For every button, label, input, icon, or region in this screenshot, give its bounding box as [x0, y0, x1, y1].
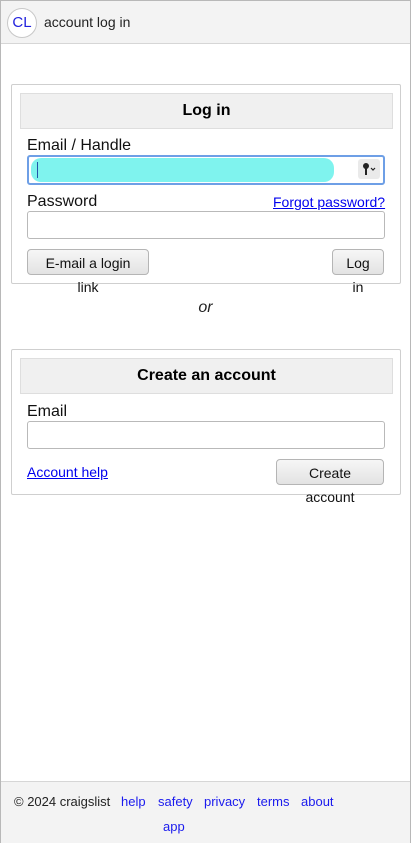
password-field[interactable] [27, 211, 385, 239]
login-button[interactable]: Log in [332, 249, 384, 295]
forgot-password-link[interactable]: Forgot password? [273, 194, 385, 210]
email-login-link-button[interactable]: E-mail a login link [27, 249, 149, 295]
login-panel: Log in Email / Handle Password Forgot pa… [11, 84, 401, 295]
password-label: Password [27, 193, 98, 210]
footer-link-about[interactable]: about [301, 794, 334, 809]
create-account-panel: Create an account Email Account help Cre… [11, 349, 401, 505]
top-bar: CL account log in [1, 1, 410, 44]
create-account-heading: Create an account [20, 358, 393, 394]
footer-link-safety[interactable]: safety [158, 794, 193, 809]
create-email-label: Email [27, 403, 68, 420]
account-help-link[interactable]: Account help [27, 464, 108, 480]
page-frame: CL account log in Log in Email / Handle … [0, 0, 411, 843]
copyright-text: © 2024 craigslist [14, 794, 111, 809]
login-heading: Log in [20, 93, 393, 129]
focus-highlight [31, 158, 334, 182]
footer: © 2024 craigslist help safety privacy te… [1, 781, 410, 843]
password-manager-key-icon[interactable] [358, 159, 380, 179]
footer-link-terms[interactable]: terms [257, 794, 290, 809]
footer-link-privacy[interactable]: privacy [204, 794, 245, 809]
page-title: account log in [44, 14, 131, 30]
text-cursor [37, 162, 38, 178]
email-handle-label: Email / Handle [27, 137, 132, 154]
email-handle-field[interactable] [27, 155, 385, 185]
craigslist-logo[interactable]: CL [7, 8, 37, 38]
create-email-field[interactable] [27, 421, 385, 449]
create-account-button[interactable]: Create account [276, 459, 384, 505]
footer-link-app[interactable]: app [163, 819, 185, 834]
footer-link-help[interactable]: help [121, 794, 146, 809]
or-separator: or [198, 299, 213, 316]
